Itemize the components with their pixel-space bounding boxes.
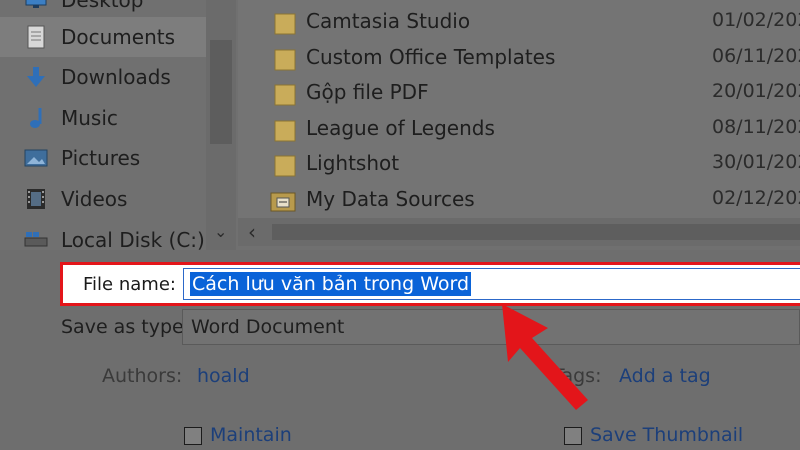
nav-item-pictures[interactable]: Pictures: [0, 138, 206, 178]
videos-icon: [24, 187, 48, 211]
nav-label: Desktop: [61, 0, 144, 12]
file-name: League of Legends: [306, 116, 495, 140]
file-name-highlight-frame: File name: Cách lưu văn bản trong Word: [60, 262, 800, 306]
nav-item-downloads[interactable]: Downloads: [0, 57, 206, 97]
nav-item-videos[interactable]: Videos: [0, 179, 206, 219]
list-item[interactable]: Lightshot 30/01/202: [238, 146, 800, 182]
save-thumbnail-checkbox[interactable]: [564, 427, 582, 445]
folder-icon: [274, 118, 296, 142]
file-date: 02/12/202: [712, 187, 800, 209]
horizontal-scrollbar[interactable]: ‹: [238, 218, 800, 246]
file-name: Custom Office Templates: [306, 45, 556, 69]
file-date: 06/11/202: [712, 45, 800, 67]
data-sources-folder-icon: [270, 189, 296, 213]
navigation-pane: Desktop Documents Downloads Music Pictur…: [0, 0, 206, 252]
list-item[interactable]: Custom Office Templates 06/11/202: [238, 40, 800, 76]
desktop-icon: [24, 0, 48, 12]
nav-label: Local Disk (C:): [61, 228, 205, 252]
nav-scroll-thumb[interactable]: [210, 40, 232, 144]
nav-label: Documents: [61, 25, 176, 49]
file-name: Gộp file PDF: [306, 80, 429, 104]
maintain-label[interactable]: Maintain: [210, 424, 292, 446]
list-item[interactable]: My Data Sources 02/12/202: [238, 182, 800, 218]
nav-item-music[interactable]: Music: [0, 98, 206, 138]
list-item[interactable]: League of Legends 08/11/202: [238, 111, 800, 147]
authors-value[interactable]: hoald: [197, 365, 250, 387]
save-thumbnail-label[interactable]: Save Thumbnail: [590, 424, 743, 446]
downloads-icon: [24, 65, 48, 89]
nav-scrollbar[interactable]: ⌄: [206, 0, 236, 250]
file-name: Camtasia Studio: [306, 9, 471, 33]
folder-icon: [274, 47, 296, 71]
file-list: Camtasia Studio 01/02/202 Custom Office …: [238, 0, 800, 218]
list-item[interactable]: Camtasia Studio 01/02/202: [238, 4, 800, 40]
file-name-selected-text: Cách lưu văn bản trong Word: [190, 272, 472, 296]
file-name-label: File name:: [83, 274, 176, 295]
file-name: Lightshot: [306, 151, 400, 175]
folder-icon: [274, 11, 296, 35]
file-name-label-box: File name:: [63, 265, 181, 303]
file-name: My Data Sources: [306, 187, 475, 211]
documents-icon: [24, 25, 48, 49]
file-date: 01/02/202: [712, 9, 800, 31]
folder-icon: [274, 82, 296, 106]
maintain-checkbox[interactable]: [184, 427, 202, 445]
file-date: 20/01/202: [712, 80, 800, 102]
chevron-down-icon[interactable]: ⌄: [214, 222, 227, 241]
file-date: 30/01/202: [712, 151, 800, 173]
file-date: 08/11/202: [712, 116, 800, 138]
save-as-type-value: Word Document: [191, 316, 345, 338]
pictures-icon: [24, 146, 48, 170]
nav-label: Pictures: [61, 146, 141, 170]
nav-item-documents[interactable]: Documents: [0, 17, 206, 57]
authors-label: Authors:: [102, 365, 183, 387]
red-arrow-annotation: [502, 304, 588, 410]
music-icon: [24, 106, 48, 130]
local-disk-icon: [24, 228, 48, 252]
list-item[interactable]: Gộp file PDF 20/01/202: [238, 75, 800, 111]
folder-icon: [274, 153, 296, 177]
chevron-left-icon[interactable]: ‹: [248, 220, 256, 244]
horizontal-scroll-thumb[interactable]: [272, 224, 800, 240]
nav-label: Videos: [61, 187, 128, 211]
save-as-type-label: Save as type:: [61, 316, 191, 338]
nav-label: Music: [61, 106, 118, 130]
add-tag-link[interactable]: Add a tag: [619, 365, 711, 387]
nav-label: Downloads: [61, 65, 171, 89]
save-as-dialog: Desktop Documents Downloads Music Pictur…: [0, 0, 800, 450]
file-name-input[interactable]: Cách lưu văn bản trong Word: [183, 268, 800, 300]
